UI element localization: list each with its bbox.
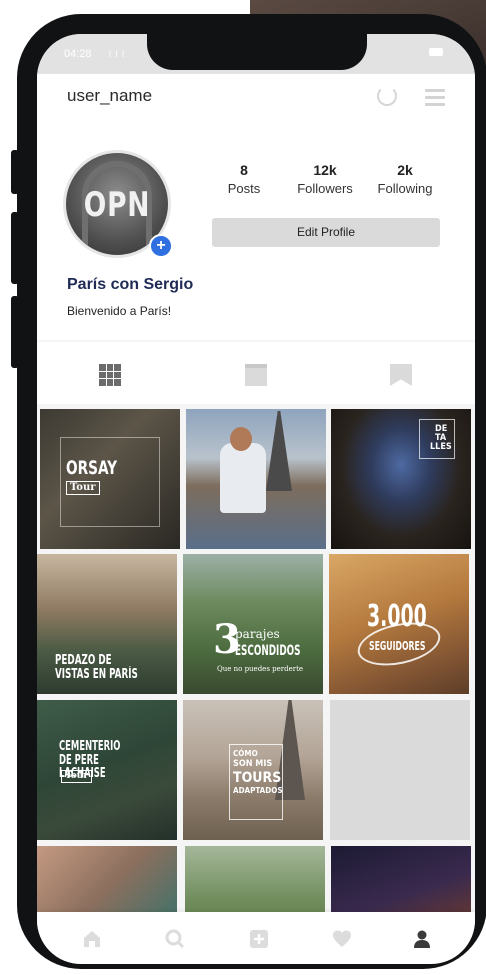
tagged-tab-icon[interactable] [390,364,412,386]
post-tours-line1: CÓMO [233,749,258,758]
phone-screen: 04:28 l l l user_name OPN + 8 Posts 12k … [37,34,475,964]
post-parajes-line2: ESCONDIDOS [235,643,301,659]
status-time: 04:28 [64,48,92,60]
heart-icon[interactable] [331,928,353,950]
stat-following-value: 2k [397,162,413,178]
profile-icon[interactable] [411,928,433,950]
stat-followers[interactable]: 12k Followers [290,162,360,196]
top-bar: user_name [37,74,475,120]
add-post-icon[interactable] [248,928,270,950]
profile-bio: Bienvenido a París! [67,304,172,318]
post-detalles[interactable]: DE TA LLES [331,409,471,549]
phone-side-button [11,150,19,194]
phone-notch [147,34,367,70]
post-seguidores-number: 3.000 [367,599,427,634]
stat-posts[interactable]: 8 Posts [209,162,279,196]
post-cementerio-tag: Tour [61,770,92,783]
post-seguidores-label: SEGUIDORES [369,639,426,653]
hamburger-menu-icon[interactable] [425,89,445,110]
post-cementerio[interactable]: CEMENTERIO DE PERE LACHAISE Tour [37,700,177,840]
stat-posts-label: Posts [227,181,261,196]
post-tours-line3: TOURS [233,770,282,786]
stat-posts-value: 8 [240,162,248,178]
post-parajes-subtitle: Que no puedes perderte [217,665,304,673]
stat-following-label: Following [377,181,433,196]
person-head-shape [230,427,252,451]
eiffel-tower-shape [266,411,292,491]
post-eiffel-portrait[interactable] [186,409,326,549]
post-orsay-title: ORSAY [66,457,118,479]
feed-tab-icon[interactable] [245,364,267,386]
stat-followers-label: Followers [297,181,353,196]
profile-tabs [37,342,475,404]
phone-side-button [11,212,19,284]
bottom-nav [37,912,475,964]
post-seguidores[interactable]: 3.000 SEGUIDORES [329,554,469,694]
search-icon[interactable] [164,928,186,950]
stat-following[interactable]: 2k Following [370,162,440,196]
post-tours[interactable]: CÓMO SON MIS TOURS ADAPTADOS [183,700,323,840]
username-title: user_name [67,86,153,105]
post-pedazo-line1: PEDAZO DE [55,653,112,668]
post-tours-line2: SON MIS [233,759,273,769]
person-shape [220,443,266,513]
grid-tab-icon[interactable] [99,364,121,386]
edit-profile-button[interactable]: Edit Profile [212,218,440,247]
stat-followers-value: 12k [313,162,337,178]
battery-icon [429,48,443,56]
post-pedazo-line2: VISTAS EN PARÍS [55,667,138,682]
avatar-logo: OPN [83,185,151,225]
post-parajes[interactable]: 3 parajes ESCONDIDOS Que no puedes perde… [183,554,323,694]
post-orsay[interactable]: ORSAY Tour [40,409,180,549]
signal-icon: l l l [109,49,125,59]
post-tours-line4: ADAPTADOS [233,786,283,795]
post-placeholder[interactable] [330,700,470,840]
profile-header: OPN + 8 Posts 12k Followers 2k Following… [37,120,475,340]
phone-side-button [11,296,19,368]
post-pedazo[interactable]: PEDAZO DE VISTAS EN PARÍS [37,554,177,694]
home-icon[interactable] [81,928,103,950]
post-cementerio-line1: CEMENTERIO [59,739,121,754]
post-detalles-line3: LLES [430,442,452,452]
add-story-button[interactable]: + [149,234,173,258]
post-orsay-tag: Tour [66,481,100,495]
profile-name: París con Sergio [67,276,194,293]
refresh-icon[interactable] [377,86,397,106]
post-parajes-line1: parajes [235,627,280,641]
